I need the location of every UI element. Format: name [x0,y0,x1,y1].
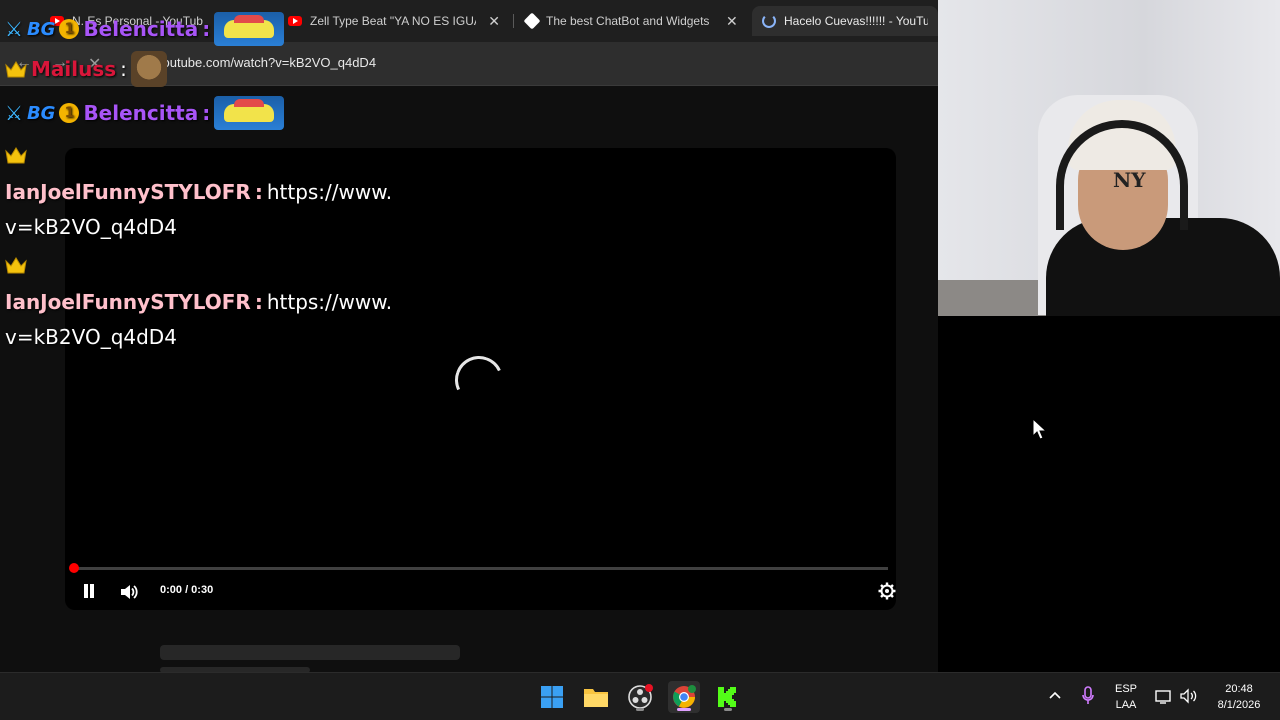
close-icon[interactable]: ✕ [726,13,738,30]
chat-separator: : [202,101,211,125]
tab-hacelo-cuevas[interactable]: Hacelo Cuevas!!!!!! - YouTube [752,6,938,36]
webcam-person-body [1046,218,1280,316]
clock-time: 20:48 [1225,683,1253,695]
chat-separator: : [254,180,263,204]
chat-message: IanJoelFunnySTYLOFR: https://www. [5,290,392,314]
clock[interactable]: 20:48 8/1/2026 [1206,681,1272,713]
chrome-icon[interactable] [668,681,700,713]
chat-badge-row [5,256,27,274]
coin-badge: 1 [59,103,80,123]
coin-badge: 1 [59,19,80,39]
loading-spinner-icon [448,349,510,411]
tab-title: Hacelo Cuevas!!!!!! - YouTube [784,14,928,28]
chat-message: ⚔ BG 1 Belencitta: [5,12,285,46]
chevron-up-icon[interactable] [1048,689,1062,703]
chat-separator: : [120,57,127,81]
tab-title: The best ChatBot and Widgets [546,14,710,28]
microphone-icon[interactable] [1081,686,1095,706]
streamelements-icon [523,12,541,30]
title-placeholder [160,645,460,660]
obs-icon[interactable] [624,681,656,713]
chat-username: Belencitta [83,101,199,125]
language-indicator[interactable]: ESP LAA [1108,681,1144,713]
chat-username: IanJoelFunnySTYLOFR [5,290,251,314]
chat-message-text: https://www. [266,290,393,314]
sword-badge-icon: ⚔ [5,101,23,125]
crown-icon [5,257,27,274]
player-controls: 0:00 / 0:30 [65,576,896,610]
mouse-cursor-icon [1032,418,1048,440]
progress-scrubber[interactable] [69,563,79,573]
time-display: 0:00 / 0:30 [160,584,214,596]
file-explorer-icon[interactable] [580,681,612,713]
crown-icon [5,147,27,164]
taskbar: ESP LAA 20:48 8/1/2026 [0,672,1280,720]
tab-separator [513,14,514,28]
running-indicator [636,708,644,711]
bg-badge: BG [26,18,56,40]
chat-badge-row [5,146,27,164]
crown-icon [5,61,27,78]
pause-icon[interactable] [82,584,96,600]
chat-separator: : [202,17,211,41]
kick-icon[interactable] [712,681,744,713]
progress-bar[interactable] [73,567,888,570]
desktop-background [938,316,1280,672]
windows-start-icon[interactable] [536,681,568,713]
chat-message-text: v=kB2VO_q4dD4 [5,325,177,349]
network-icon[interactable] [1155,688,1173,704]
settings-gear-icon[interactable] [877,581,896,601]
otter-emote-icon [130,51,167,87]
chat-username: Mailuss [31,57,117,81]
chat-username: Belencitta [83,17,199,41]
language-primary: ESP [1114,683,1137,695]
chat-username: IanJoelFunnySTYLOFR [5,180,251,204]
language-secondary: LAA [1115,699,1137,711]
chat-message-text: https://www. [266,180,393,204]
loading-icon [762,14,776,28]
car-emote-icon [214,12,285,46]
tab-chatbot-widgets[interactable]: The best ChatBot and Widgets ✕ [516,6,748,36]
car-emote-icon [214,96,285,130]
close-icon[interactable]: ✕ [488,13,500,30]
chat-message-text: v=kB2VO_q4dD4 [5,215,177,239]
active-indicator [677,708,691,711]
clock-date: 8/1/2026 [1217,699,1261,711]
sword-badge-icon: ⚔ [5,17,23,41]
bg-badge: BG [26,102,56,124]
chat-separator: : [254,290,263,314]
chat-message: IanJoelFunnySTYLOFR: https://www. [5,180,392,204]
desktop-screen: N. Es Personal - YouTub Zell Type Beat "… [0,0,1280,720]
chat-message: ⚔ BG 1 Belencitta: [5,96,285,130]
volume-icon[interactable] [119,582,139,602]
chat-message: Mailuss: [5,51,167,87]
chat-overlay: ⚔ BG 1 Belencitta: Mailuss: ⚔ BG 1 Belen… [0,0,420,360]
volume-tray-icon[interactable] [1180,688,1198,704]
webcam-feed: NY [938,0,1280,316]
running-indicator [724,708,732,711]
